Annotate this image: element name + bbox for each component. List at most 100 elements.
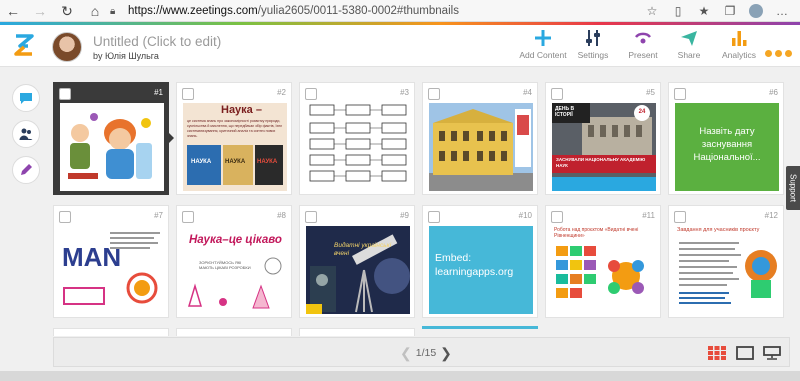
chat-button[interactable] xyxy=(12,84,40,112)
slide-number: #4 xyxy=(523,88,532,97)
slide-thumbnail: Embed: learningapps.org xyxy=(429,226,533,314)
users-icon xyxy=(19,128,33,140)
slide-question-text: Назвіть дату заснування Національної... xyxy=(693,126,761,163)
science-doodle-illustration: MAN xyxy=(62,232,160,305)
back-icon[interactable]: ← xyxy=(2,0,24,22)
slide-checkbox[interactable] xyxy=(182,211,194,223)
slide-number: #3 xyxy=(400,88,409,97)
notes-button[interactable] xyxy=(12,156,40,184)
analytics-label: Analytics xyxy=(721,50,756,60)
slide-thumbnail xyxy=(429,103,533,191)
slide-number: #8 xyxy=(277,211,286,220)
reload-icon[interactable]: ↻ xyxy=(56,0,78,22)
reading-view-icon[interactable]: ▯ xyxy=(668,1,688,21)
slide-checkbox[interactable] xyxy=(305,211,317,223)
url-path: /yulia2605/0011-5380-0002#thumbnails xyxy=(257,5,459,17)
address-bar[interactable]: 🔒︎ https://www.zeetings.com/yulia2605/00… xyxy=(110,2,690,20)
more-options-icon[interactable] xyxy=(765,44,799,57)
slide-title: Наука – xyxy=(221,104,262,116)
slide-number: #2 xyxy=(277,88,286,97)
present-label: Present xyxy=(628,50,658,60)
slide-card-12[interactable]: #12 Завдання для учасників проєкту xyxy=(668,205,784,318)
book-cover: НАУКА xyxy=(255,145,283,185)
slide-number: #6 xyxy=(769,88,778,97)
sticky-notes-illustration xyxy=(556,246,644,298)
grid-view-icon[interactable] xyxy=(708,346,726,360)
slide-checkbox[interactable] xyxy=(305,88,317,100)
slide-number: #7 xyxy=(154,211,163,220)
slide-thumbnail: Наука–це цікаво ЗОРІЄНТУЙМОСЬ ЯКІ МАЮТЬ … xyxy=(183,226,287,314)
slide-title: Робота над проєктом «Видатні вчені Рівне… xyxy=(554,227,639,239)
slide-checkbox[interactable] xyxy=(59,211,71,223)
add-content-button[interactable]: Add Content xyxy=(518,29,568,65)
avatar[interactable] xyxy=(52,32,82,62)
slide-card-1[interactable]: #1 xyxy=(53,82,169,195)
favorite-star-icon[interactable]: ☆ xyxy=(642,1,662,21)
slide-thumbnail: Завдання для учасників проєкту xyxy=(675,226,779,314)
home-icon[interactable]: ⌂ xyxy=(84,0,106,22)
slide-thumbnail: MAN xyxy=(60,226,164,314)
collections-icon[interactable]: ❐ xyxy=(720,1,740,21)
slide-checkbox[interactable] xyxy=(428,88,440,100)
paper-plane-icon xyxy=(681,31,697,46)
participants-button[interactable] xyxy=(12,120,40,148)
channel-badge: 24 xyxy=(638,109,646,115)
previous-slide-icon[interactable]: ❮ xyxy=(400,345,412,362)
slide-checkbox[interactable] xyxy=(551,211,563,223)
academy-building-photo xyxy=(429,103,533,191)
pager-text: 1/15 xyxy=(415,347,437,359)
forward-icon[interactable]: → xyxy=(29,0,51,22)
slide-card-7[interactable]: #7 MAN xyxy=(53,205,169,318)
pager: ❮ 1/15 ❯ xyxy=(400,344,452,362)
slide-number: #1 xyxy=(154,88,163,97)
slide-number: #11 xyxy=(642,211,655,220)
slide-card-9[interactable]: #9 Видатні українські вчені xyxy=(299,205,415,318)
zeetings-logo[interactable] xyxy=(14,34,34,56)
present-icon xyxy=(634,32,652,44)
slide-banner-top: ДЕНЬ В ІСТОРІЇ xyxy=(555,106,575,118)
slide-card-4[interactable]: #4 xyxy=(422,82,538,195)
menu-icon[interactable]: … xyxy=(772,1,792,21)
slide-checkbox[interactable] xyxy=(59,88,71,100)
settings-button[interactable]: Settings xyxy=(568,29,618,65)
slide-card-13[interactable] xyxy=(53,328,169,336)
profile-icon[interactable] xyxy=(746,1,766,21)
slide-thumbnail: Робота над проєктом «Видатні вчені Рівне… xyxy=(552,226,656,314)
settings-label: Settings xyxy=(577,50,609,60)
book-cover: НАУКА xyxy=(223,145,253,185)
slide-card-8[interactable]: #8 Наука–це цікаво ЗОРІЄНТУЙМОСЬ ЯКІ МАЮ… xyxy=(176,205,292,318)
slide-card-5[interactable]: #5 ДЕНЬ В ІСТОРІЇ 24 ЗАСНУВАЛИ НАЦІОНАЛЬ… xyxy=(545,82,661,195)
slide-checkbox[interactable] xyxy=(551,88,563,100)
app-header: Untitled (Click to edit) by Юлія Шульга … xyxy=(0,25,800,67)
present-button[interactable]: Present xyxy=(618,29,668,65)
chat-icon xyxy=(20,93,32,104)
slide-card-15[interactable] xyxy=(299,328,415,336)
slide-number: #9 xyxy=(400,211,409,220)
slide-card-2[interactable]: #2 Наука – це система знань про закономі… xyxy=(176,82,292,195)
slide-card-6[interactable]: #6 Назвіть дату заснування Національної.… xyxy=(668,82,784,195)
slide-thumbnail: Назвіть дату заснування Національної... xyxy=(675,103,779,191)
share-button[interactable]: Share xyxy=(664,29,714,65)
slide-number: #12 xyxy=(764,211,778,220)
plus-icon xyxy=(535,30,551,46)
next-slide-icon[interactable]: ❯ xyxy=(440,345,452,362)
slide-card-3[interactable]: #3 xyxy=(299,82,415,195)
science-doodle-illustration xyxy=(187,257,282,309)
slide-progress-bar xyxy=(422,326,538,329)
slide-checkbox[interactable] xyxy=(674,88,686,100)
slide-checkbox[interactable] xyxy=(182,88,194,100)
slide-checkbox[interactable] xyxy=(428,211,440,223)
slide-card-14[interactable] xyxy=(176,328,292,336)
slide-body: це система знань про закономірності розв… xyxy=(187,119,283,138)
slide-checkbox[interactable] xyxy=(674,211,686,223)
single-slide-view-icon[interactable] xyxy=(736,346,754,360)
slide-card-11[interactable]: #11 Робота над проєктом «Видатні вчені Р… xyxy=(545,205,661,318)
pager-bar: ❮ 1/15 ❯ xyxy=(53,337,790,367)
support-tab[interactable]: Support xyxy=(786,166,800,210)
favorites-icon[interactable]: ★ xyxy=(694,1,714,21)
analytics-button[interactable]: Analytics xyxy=(714,29,764,65)
presentation-author: by Юлія Шульга xyxy=(93,51,159,61)
presentation-title[interactable]: Untitled (Click to edit) xyxy=(93,34,221,49)
presenter-view-icon[interactable] xyxy=(763,346,781,360)
slide-card-10[interactable]: #10 Embed: learningapps.org xyxy=(422,205,538,318)
